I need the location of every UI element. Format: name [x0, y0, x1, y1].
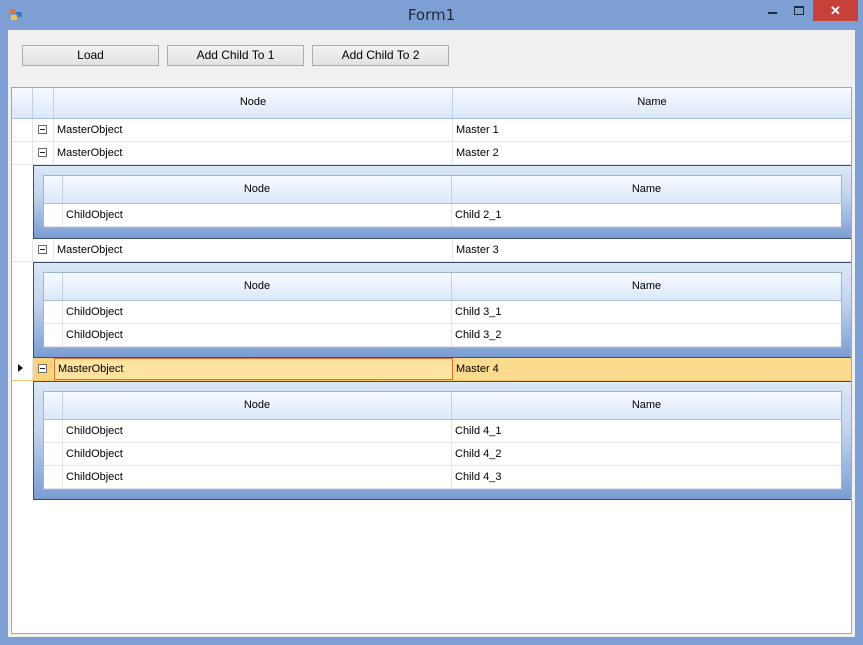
column-header-node[interactable]: Node — [54, 88, 453, 118]
child-row[interactable]: ChildObject Child 3_2 — [44, 324, 841, 347]
cell-name[interactable]: Master 3 — [453, 239, 851, 261]
add-child-to-1-button[interactable]: Add Child To 1 — [167, 45, 304, 66]
child-cell-node[interactable]: ChildObject — [63, 443, 452, 465]
window-title: Form1 — [407, 6, 456, 24]
expand-toggle[interactable] — [33, 142, 54, 164]
detail-panel: Node Name ChildObject Child 3_1 ChildObj… — [33, 262, 851, 358]
expand-toggle[interactable] — [33, 358, 54, 380]
title-bar[interactable]: Form1 ✕ — [0, 0, 863, 30]
detail-panel: Node Name ChildObject Child 4_1 ChildObj… — [33, 381, 851, 500]
row-header-corner[interactable] — [12, 88, 33, 118]
cell-node[interactable]: MasterObject — [54, 119, 453, 141]
collapse-icon — [38, 148, 47, 157]
child-grid-header: Node Name — [44, 176, 841, 204]
child-row-header-corner[interactable] — [44, 273, 63, 300]
form-client-area: Load Add Child To 1 Add Child To 2 Node … — [8, 30, 855, 637]
master-detail-grid[interactable]: Node Name MasterObject Master 1 MasterOb… — [11, 87, 852, 634]
collapse-icon — [38, 245, 47, 254]
child-row[interactable]: ChildObject Child 4_3 — [44, 466, 841, 489]
row-header[interactable] — [12, 119, 33, 141]
child-row[interactable]: ChildObject Child 4_1 — [44, 420, 841, 443]
add-child-to-2-button[interactable]: Add Child To 2 — [312, 45, 449, 66]
child-cell-name[interactable]: Child 3_1 — [452, 301, 841, 323]
child-column-header-node[interactable]: Node — [63, 392, 452, 419]
cell-name[interactable]: Master 2 — [453, 142, 851, 164]
close-button[interactable]: ✕ — [813, 0, 858, 21]
collapse-icon — [38, 125, 47, 134]
child-row-header-corner[interactable] — [44, 176, 63, 203]
child-cell-node[interactable]: ChildObject — [63, 204, 452, 226]
child-row-header[interactable] — [44, 443, 63, 465]
master-row[interactable]: MasterObject Master 3 — [12, 239, 851, 262]
grid-header: Node Name — [12, 88, 851, 119]
child-row-header[interactable] — [44, 324, 63, 346]
cell-name[interactable]: Master 4 — [453, 358, 851, 380]
child-grid-header: Node Name — [44, 273, 841, 301]
row-header[interactable] — [12, 239, 33, 261]
master-row-selected[interactable]: MasterObject Master 4 — [12, 358, 851, 381]
child-row[interactable]: ChildObject Child 3_1 — [44, 301, 841, 324]
close-icon: ✕ — [830, 3, 841, 18]
collapse-icon — [38, 364, 47, 373]
master-row[interactable]: MasterObject Master 2 — [12, 142, 851, 165]
child-cell-name[interactable]: Child 4_3 — [452, 466, 841, 488]
cell-node[interactable]: MasterObject — [54, 358, 453, 380]
child-row-header[interactable] — [44, 466, 63, 488]
child-grid[interactable]: Node Name ChildObject Child 2_1 — [43, 175, 842, 228]
minimize-icon — [768, 12, 777, 14]
child-column-header-node[interactable]: Node — [63, 176, 452, 203]
load-button[interactable]: Load — [22, 45, 159, 66]
cell-name[interactable]: Master 1 — [453, 119, 851, 141]
column-header-name[interactable]: Name — [453, 88, 851, 118]
child-row-header[interactable] — [44, 301, 63, 323]
child-row-header[interactable] — [44, 420, 63, 442]
child-cell-node[interactable]: ChildObject — [63, 466, 452, 488]
child-column-header-node[interactable]: Node — [63, 273, 452, 300]
minimize-button[interactable] — [760, 0, 786, 22]
child-cell-node[interactable]: ChildObject — [63, 324, 452, 346]
expand-toggle[interactable] — [33, 239, 54, 261]
child-grid[interactable]: Node Name ChildObject Child 3_1 ChildObj… — [43, 272, 842, 348]
child-cell-name[interactable]: Child 3_2 — [452, 324, 841, 346]
maximize-icon — [794, 6, 804, 15]
cell-node[interactable]: MasterObject — [54, 142, 453, 164]
child-row-header-corner[interactable] — [44, 392, 63, 419]
maximize-button[interactable] — [786, 0, 812, 22]
expand-column-header[interactable] — [33, 88, 54, 118]
child-cell-name[interactable]: Child 2_1 — [452, 204, 841, 226]
child-cell-node[interactable]: ChildObject — [63, 420, 452, 442]
row-header[interactable] — [12, 358, 33, 380]
child-column-header-name[interactable]: Name — [452, 392, 841, 419]
row-header[interactable] — [12, 142, 33, 164]
child-grid-header: Node Name — [44, 392, 841, 420]
child-column-header-name[interactable]: Name — [452, 176, 841, 203]
cell-node[interactable]: MasterObject — [54, 239, 453, 261]
child-row-header[interactable] — [44, 204, 63, 226]
master-row[interactable]: MasterObject Master 1 — [12, 119, 851, 142]
child-row[interactable]: ChildObject Child 2_1 — [44, 204, 841, 227]
child-grid[interactable]: Node Name ChildObject Child 4_1 ChildObj… — [43, 391, 842, 490]
detail-panel: Node Name ChildObject Child 2_1 — [33, 165, 851, 239]
current-row-arrow-icon — [18, 364, 23, 372]
expand-toggle[interactable] — [33, 119, 54, 141]
child-column-header-name[interactable]: Name — [452, 273, 841, 300]
child-cell-name[interactable]: Child 4_2 — [452, 443, 841, 465]
child-row[interactable]: ChildObject Child 4_2 — [44, 443, 841, 466]
window: Form1 ✕ Load Add Child To 1 Add Child To… — [0, 0, 863, 645]
child-cell-node[interactable]: ChildObject — [63, 301, 452, 323]
child-cell-name[interactable]: Child 4_1 — [452, 420, 841, 442]
